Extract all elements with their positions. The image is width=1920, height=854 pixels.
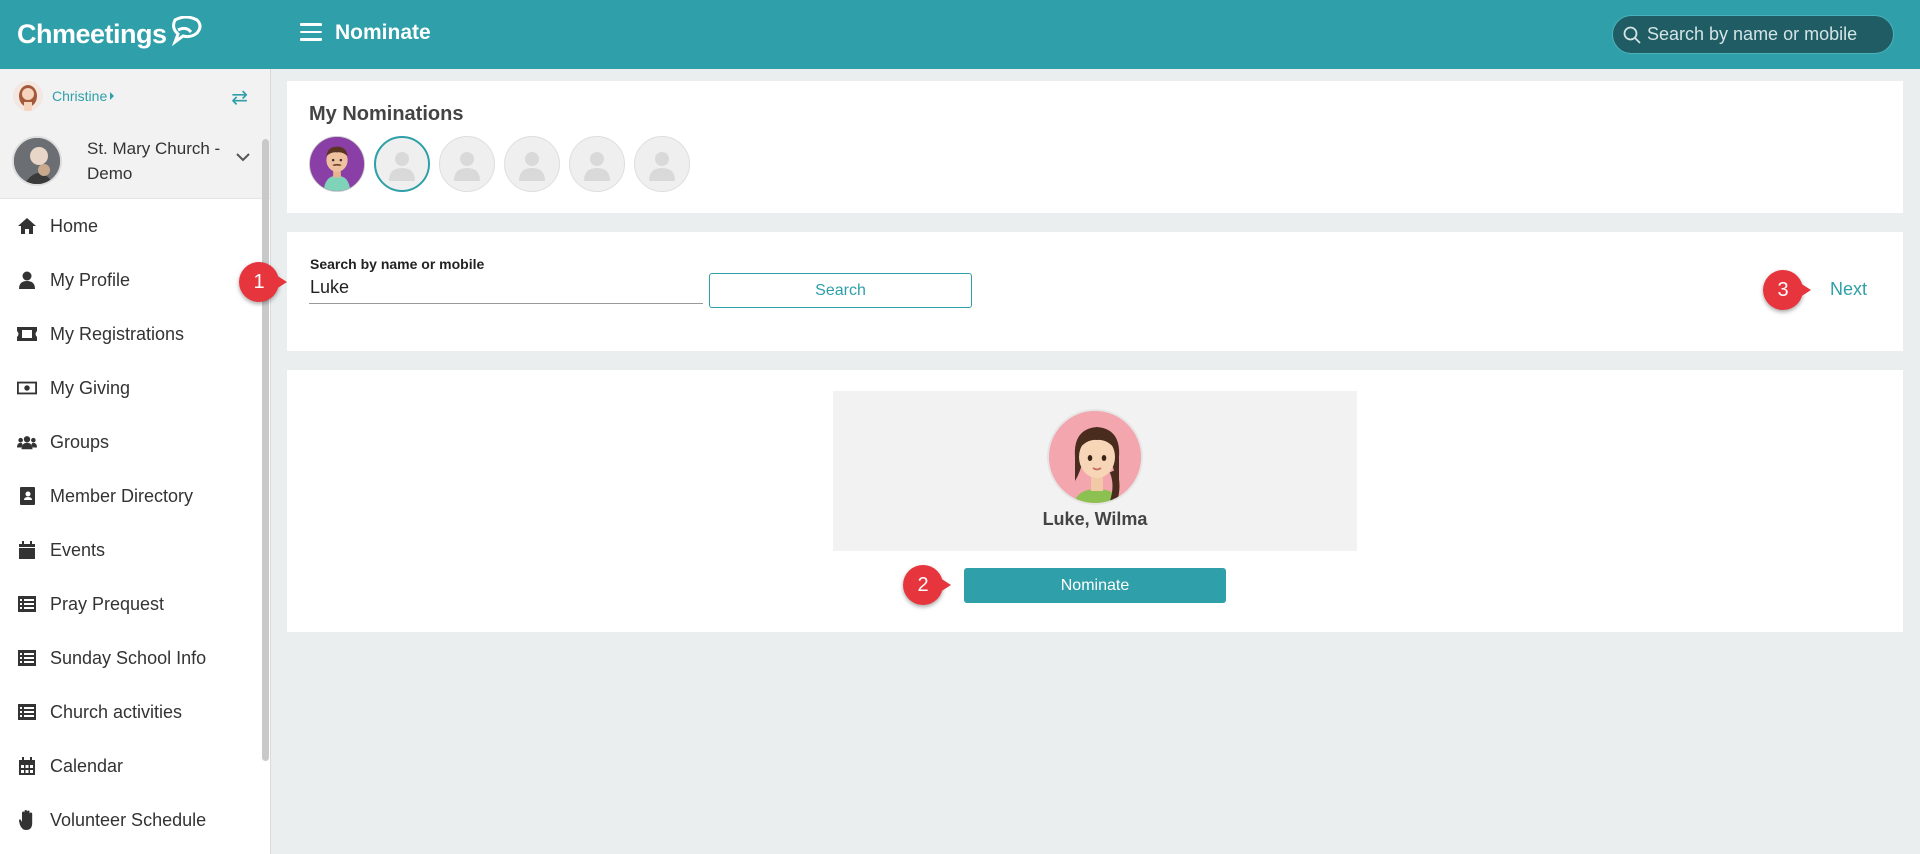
result-person-card[interactable]: Luke, Wilma	[833, 391, 1357, 551]
sidebar-item-volunteer-schedule[interactable]: Volunteer Schedule	[0, 793, 270, 847]
ticket-icon	[17, 324, 37, 344]
sidebar-item-pray-prequest[interactable]: Pray Prequest	[0, 577, 270, 631]
sidebar-item-calendar[interactable]: Calendar	[0, 739, 270, 793]
search-button[interactable]: Search	[709, 273, 972, 308]
sidebar-item-label: Church activities	[50, 701, 183, 722]
calendar-grid-icon	[17, 756, 37, 776]
sidebar-item-label: My Profile	[50, 269, 131, 290]
list-icon	[17, 594, 37, 614]
person-placeholder-icon	[454, 152, 480, 181]
sidebar-item-my-registrations[interactable]: My Registrations	[0, 307, 270, 361]
person-placeholder-icon	[584, 152, 610, 181]
woman-avatar-icon	[1049, 411, 1141, 503]
result-person-name: Luke, Wilma	[1042, 509, 1148, 529]
sidebar-item-label: Events	[50, 539, 106, 560]
chevron-down-icon[interactable]	[236, 153, 250, 162]
brand-name: Chmeetings	[17, 19, 167, 49]
person-placeholder-icon	[519, 152, 545, 181]
nomination-slot-empty-active[interactable]	[374, 136, 430, 192]
sidebar-item-label: Pray Prequest	[50, 593, 165, 614]
next-link[interactable]: Next	[1830, 279, 1867, 300]
search-label: Search by name or mobile	[310, 256, 485, 272]
sidebar-item-label: Home	[50, 215, 99, 236]
church-selector[interactable]: St. Mary Church - Demo	[0, 123, 270, 199]
home-icon	[17, 216, 37, 236]
nomination-slot-filled[interactable]	[309, 136, 365, 192]
sidebar-item-label: Calendar	[50, 755, 124, 776]
person-placeholder-icon	[389, 152, 415, 181]
nominations-card: My Nominations	[287, 81, 1903, 213]
user-name[interactable]: Christine	[52, 88, 107, 104]
list-icon	[17, 702, 37, 722]
nominations-title: My Nominations	[309, 103, 464, 125]
nomination-slot-empty[interactable]	[439, 136, 495, 192]
brand-logo[interactable]: Chmeetings	[0, 0, 270, 69]
address-book-icon	[17, 486, 37, 506]
church-name: St. Mary Church - Demo	[87, 138, 221, 183]
marker-pointer	[1797, 281, 1811, 299]
sidebar: Christine ⇄ St. Mary Church - Demo Home …	[0, 69, 271, 854]
sidebar-item-member-directory[interactable]: Member Directory	[0, 469, 270, 523]
caret-right-icon	[110, 92, 115, 100]
sidebar-item-groups[interactable]: Groups	[0, 415, 270, 469]
switch-icon[interactable]: ⇄	[231, 85, 248, 110]
sidebar-item-label: My Giving	[50, 377, 131, 398]
search-icon	[1623, 26, 1641, 44]
nomination-slot-empty[interactable]	[634, 136, 690, 192]
sidebar-item-events[interactable]: Events	[0, 523, 270, 577]
search-input[interactable]	[309, 272, 703, 304]
man-avatar-icon	[310, 137, 364, 191]
top-search-box[interactable]	[1612, 15, 1894, 54]
sidebar-item-label: Volunteer Schedule	[50, 809, 207, 830]
list-icon	[17, 648, 37, 668]
nomination-slot-empty[interactable]	[504, 136, 560, 192]
sidebar-item-my-profile[interactable]: My Profile	[0, 253, 270, 307]
step-marker-2: 2	[903, 565, 951, 607]
person-icon	[17, 270, 37, 290]
sidebar-item-label: My Registrations	[50, 323, 185, 344]
page-title: Nominate	[335, 21, 431, 44]
nomination-slot-empty[interactable]	[569, 136, 625, 192]
user-avatar	[13, 81, 43, 111]
chat-bubble-logo-icon	[171, 15, 202, 46]
person-placeholder-icon	[649, 152, 675, 181]
sidebar-item-label: Sunday School Info	[50, 647, 207, 668]
search-card: Search by name or mobile Search Next	[287, 232, 1903, 351]
result-avatar	[1047, 409, 1143, 505]
sidebar-item-sunday-school-info[interactable]: Sunday School Info	[0, 631, 270, 685]
marker-pointer	[937, 576, 951, 594]
sidebar-item-my-giving[interactable]: My Giving	[0, 361, 270, 415]
top-bar: Chmeetings Nominate	[0, 0, 1920, 69]
nominate-button[interactable]: Nominate	[964, 568, 1226, 603]
sidebar-item-label: Groups	[50, 431, 110, 452]
user-row[interactable]: Christine ⇄	[0, 69, 270, 123]
church-avatar	[12, 135, 62, 186]
sidebar-item-home[interactable]: Home	[0, 199, 270, 253]
top-search-input[interactable]	[1647, 24, 1877, 45]
menu-icon[interactable]	[300, 23, 322, 43]
hand-icon	[17, 810, 37, 830]
users-icon	[17, 432, 37, 452]
step-marker-1: 1	[239, 262, 287, 304]
sidebar-scrollbar[interactable]	[262, 139, 269, 761]
marker-pointer	[273, 273, 287, 291]
nomination-slots	[309, 136, 699, 192]
calendar-icon	[17, 540, 37, 560]
sidebar-item-label: Member Directory	[50, 485, 194, 506]
result-card: Luke, Wilma Nominate	[287, 370, 1903, 632]
sidebar-item-church-activities[interactable]: Church activities	[0, 685, 270, 739]
money-icon	[17, 378, 37, 398]
step-marker-3: 3	[1763, 270, 1811, 312]
